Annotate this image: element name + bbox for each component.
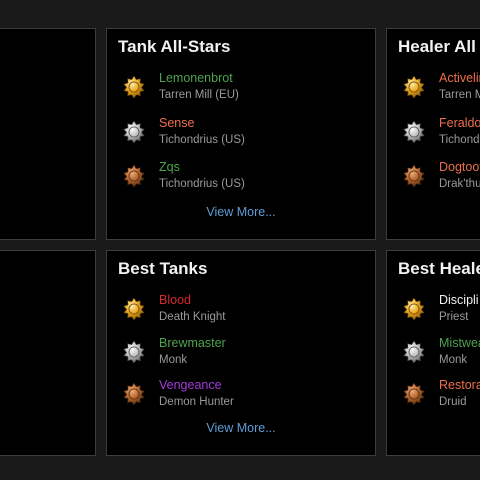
class-name: Death Knight (159, 311, 226, 323)
healer-allstars-panel: Healer All Activelin Tarren M Feraldo Ti… (386, 28, 480, 240)
list-item[interactable]: Discipli Priest (401, 293, 480, 333)
class-name: Druid (439, 396, 467, 408)
spec-name[interactable]: Discipli (439, 293, 479, 307)
list-item[interactable]: Brewmaster Monk (121, 336, 375, 376)
spec-name[interactable]: Mistwea (439, 336, 480, 350)
gold-medal-icon (123, 298, 145, 320)
list-item[interactable]: Lemonenbrot Tarren Mill (EU) (121, 71, 375, 111)
silver-medal-icon (403, 121, 425, 143)
player-name[interactable]: Feraldo (439, 116, 480, 130)
bronze-medal-icon (123, 165, 145, 187)
silver-medal-icon (123, 121, 145, 143)
player-realm: Tichond (439, 134, 480, 146)
best-tanks-panel: Best Tanks Blood Death Knight Brewmaster… (106, 250, 376, 456)
class-name: Monk (439, 354, 468, 366)
left-panel-top (0, 28, 96, 240)
panel-title: Tank All-Stars (118, 37, 231, 56)
view-more-link[interactable]: View More... (107, 421, 375, 435)
spec-name[interactable]: Brewmaster (159, 336, 226, 350)
player-name[interactable]: Sense (159, 116, 194, 130)
panel-title: Best Heale (398, 259, 480, 278)
list-item[interactable]: Feraldo Tichond (401, 116, 480, 156)
list-item[interactable]: Sense Tichondrius (US) (121, 116, 375, 156)
class-name: Priest (439, 311, 469, 323)
list-item[interactable]: Restora Druid (401, 378, 480, 418)
panel-title: Best Tanks (118, 259, 208, 278)
player-realm: Tarren Mill (EU) (159, 89, 239, 101)
bronze-medal-icon (403, 165, 425, 187)
list-item[interactable]: Zqs Tichondrius (US) (121, 160, 375, 200)
list-item[interactable]: Vengeance Demon Hunter (121, 378, 375, 418)
player-name[interactable]: Lemonenbrot (159, 71, 233, 85)
player-name[interactable]: Activelin (439, 71, 480, 85)
best-healers-panel: Best Heale Discipli Priest Mistwea Monk … (386, 250, 480, 456)
gold-medal-icon (403, 298, 425, 320)
class-name: Monk (159, 354, 188, 366)
bronze-medal-icon (403, 383, 425, 405)
player-name[interactable]: Dogtoot (439, 160, 480, 174)
list-item[interactable]: Activelin Tarren M (401, 71, 480, 111)
list-item[interactable]: Dogtoot Drak'thu (401, 160, 480, 200)
gold-medal-icon (123, 76, 145, 98)
player-name[interactable]: Zqs (159, 160, 180, 174)
gold-medal-icon (403, 76, 425, 98)
list-item[interactable]: Mistwea Monk (401, 336, 480, 376)
panel-title: Healer All (398, 37, 476, 56)
spec-name[interactable]: Blood (159, 293, 191, 307)
spec-name[interactable]: Vengeance (159, 378, 222, 392)
player-realm: Drak'thu (439, 178, 480, 190)
player-realm: Tarren M (439, 89, 480, 101)
list-item[interactable]: Blood Death Knight (121, 293, 375, 333)
class-name: Demon Hunter (159, 396, 234, 408)
tank-allstars-panel: Tank All-Stars Lemonenbrot Tarren Mill (… (106, 28, 376, 240)
spec-name[interactable]: Restora (439, 378, 480, 392)
player-realm: Tichondrius (US) (159, 178, 245, 190)
player-realm: Tichondrius (US) (159, 134, 245, 146)
left-panel-bottom (0, 250, 96, 456)
bronze-medal-icon (123, 383, 145, 405)
silver-medal-icon (403, 341, 425, 363)
view-more-link[interactable]: View More... (107, 205, 375, 219)
silver-medal-icon (123, 341, 145, 363)
